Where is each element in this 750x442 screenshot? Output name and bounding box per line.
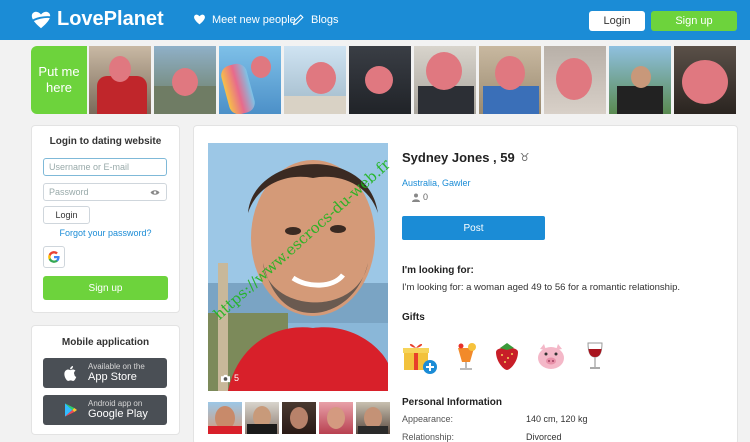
- apple-icon: [64, 366, 77, 381]
- nav-meet-people-label: Meet new people: [212, 13, 296, 26]
- profile-name: Sydney Jones , 59 ♉: [402, 150, 530, 165]
- camera-icon: [221, 374, 230, 382]
- eye-icon[interactable]: [150, 189, 160, 196]
- personal-info-title: Personal Information: [402, 397, 503, 408]
- appearance-value: 140 cm, 120 kg: [526, 414, 588, 424]
- profile-name-text: Sydney Jones , 59: [402, 150, 515, 165]
- forgot-password-link[interactable]: Forgot your password?: [32, 228, 179, 238]
- google-play-button[interactable]: Android app on Google Play: [43, 395, 167, 425]
- heart-planet-icon: [30, 11, 52, 28]
- member-thumb[interactable]: [219, 46, 281, 114]
- pencil-icon: [292, 14, 304, 26]
- app-store-small-text: Available on the: [88, 362, 145, 371]
- relationship-value: Divorced: [526, 432, 562, 442]
- photo-thumbnail[interactable]: [319, 402, 353, 434]
- member-thumb[interactable]: [674, 46, 736, 114]
- google-play-small-text: Android app on: [88, 399, 143, 408]
- relationship-label: Relationship:: [402, 432, 455, 442]
- person-icon: [412, 193, 420, 202]
- header-signup-button[interactable]: Sign up: [651, 11, 737, 31]
- photo-thumbnail[interactable]: [208, 402, 242, 434]
- followers-count: 0: [412, 192, 428, 202]
- pig-icon[interactable]: [535, 340, 565, 372]
- member-photo-strip: Put me here: [0, 44, 750, 116]
- looking-for-text: I'm looking for: a woman aged 49 to 56 f…: [402, 282, 680, 293]
- login-panel-title: Login to dating website: [49, 136, 162, 147]
- login-button[interactable]: Login: [43, 206, 90, 224]
- followers-value: 0: [423, 192, 429, 202]
- google-icon: [48, 251, 60, 263]
- header-login-button[interactable]: Login: [589, 11, 645, 31]
- app-store-big-text: App Store: [88, 371, 137, 383]
- put-me-here-button[interactable]: Put me here: [31, 46, 87, 114]
- photo-count: 5: [220, 373, 239, 383]
- post-button[interactable]: Post: [402, 216, 545, 240]
- username-input[interactable]: Username or E-mail: [43, 158, 167, 176]
- appearance-label: Appearance:: [402, 414, 454, 424]
- member-thumb[interactable]: [349, 46, 411, 114]
- nav-meet-people[interactable]: Meet new people: [193, 13, 296, 26]
- password-input[interactable]: Password: [43, 183, 167, 201]
- app-store-button[interactable]: Available on the App Store: [43, 358, 167, 388]
- heart-icon: [194, 14, 205, 25]
- member-thumb[interactable]: [154, 46, 216, 114]
- member-thumb[interactable]: [609, 46, 671, 114]
- photo-thumbnail[interactable]: [356, 402, 390, 434]
- google-play-big-text: Google Play: [88, 408, 148, 420]
- member-thumb[interactable]: [544, 46, 606, 114]
- top-bar: LovePlanet Meet new people Blogs Login S…: [0, 0, 750, 40]
- mobile-app-panel: Mobile application Available on the App …: [31, 325, 180, 435]
- gifts-title: Gifts: [402, 312, 425, 323]
- password-placeholder: Password: [49, 187, 89, 197]
- nav-blogs-label: Blogs: [311, 13, 339, 26]
- strawberry-icon[interactable]: [492, 340, 522, 372]
- login-panel: Login to dating website Username or E-ma…: [31, 125, 180, 313]
- member-thumb[interactable]: [479, 46, 541, 114]
- logo-text: LovePlanet: [57, 8, 164, 30]
- profile-location[interactable]: Australia, Gawler: [402, 178, 471, 188]
- wine-glass-icon[interactable]: [582, 340, 612, 372]
- member-thumb[interactable]: [414, 46, 476, 114]
- photo-thumbnail[interactable]: [245, 402, 279, 434]
- cocktail-icon[interactable]: [452, 340, 482, 372]
- taurus-icon: ♉: [519, 151, 530, 164]
- sidebar-signup-button[interactable]: Sign up: [43, 276, 168, 300]
- google-login-button[interactable]: [43, 246, 65, 268]
- member-thumb[interactable]: [89, 46, 151, 114]
- google-play-icon: [65, 403, 77, 417]
- nav-blogs[interactable]: Blogs: [292, 13, 339, 26]
- looking-for-title: I'm looking for:: [402, 265, 474, 276]
- username-placeholder: Username or E-mail: [49, 162, 130, 172]
- member-thumb[interactable]: [284, 46, 346, 114]
- photo-thumbnail[interactable]: [282, 402, 316, 434]
- logo[interactable]: LovePlanet: [30, 8, 164, 31]
- gift-box-icon[interactable]: [402, 340, 437, 374]
- mobile-app-title: Mobile application: [61, 337, 150, 348]
- photo-count-value: 5: [234, 373, 240, 383]
